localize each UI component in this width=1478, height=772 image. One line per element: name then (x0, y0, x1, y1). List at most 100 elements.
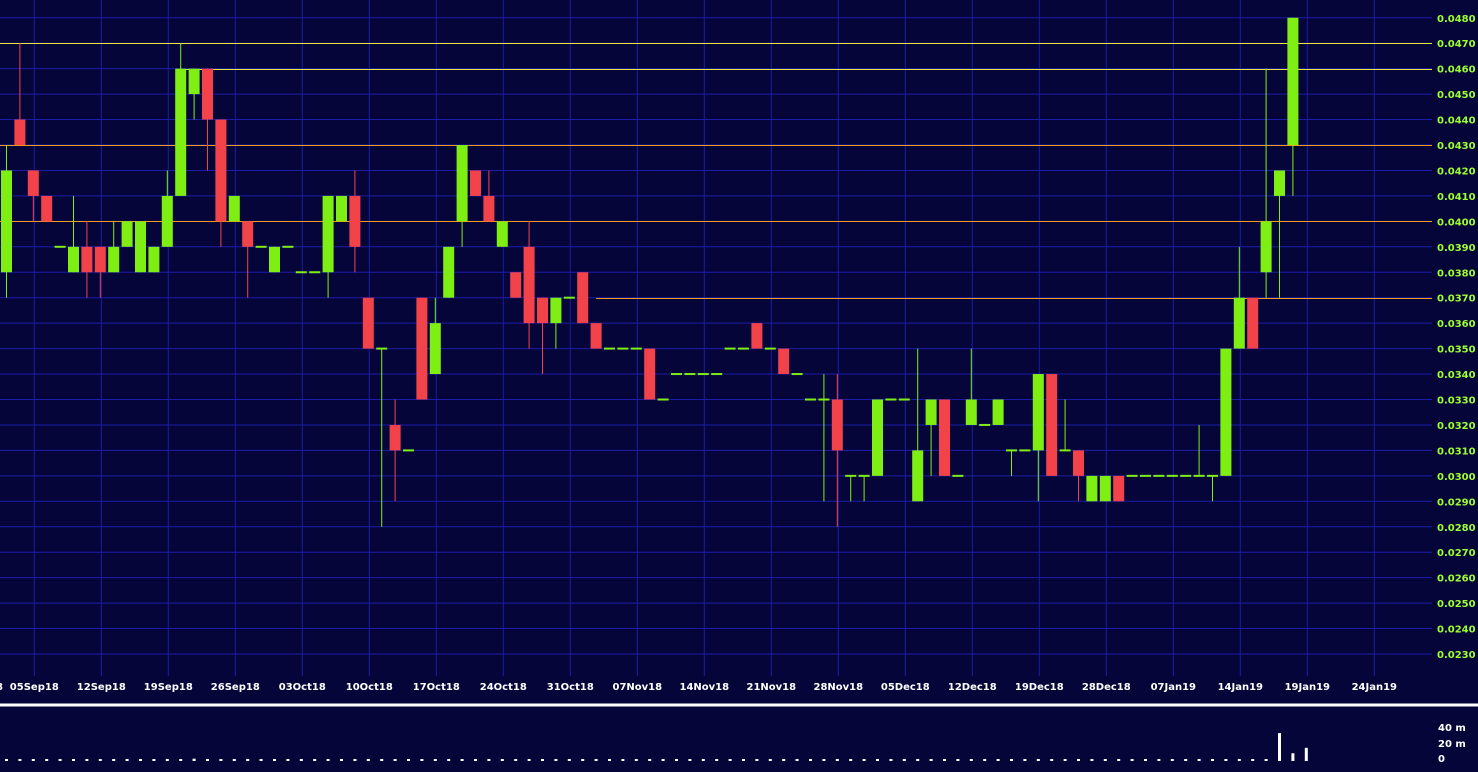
date-tick-label: 05Dec18 (881, 682, 930, 693)
chart-background (0, 0, 1478, 772)
date-tick-label: 14Jan19 (1218, 682, 1263, 693)
candle-body (1220, 348, 1232, 476)
candle-body (1207, 474, 1218, 477)
candle-body (563, 296, 575, 299)
volume-bar (313, 759, 317, 761)
candle-body (925, 399, 937, 425)
down-candle (362, 297, 374, 349)
candle-body (738, 347, 749, 350)
up-candle (1086, 475, 1098, 502)
candle-body (510, 272, 522, 298)
candle-body (295, 271, 307, 274)
up-candle (697, 373, 709, 376)
up-candle (336, 195, 347, 222)
up-candle (952, 474, 964, 477)
up-candle (1140, 474, 1151, 477)
up-candle (630, 347, 642, 350)
volume-bar (407, 759, 410, 761)
up-candle (711, 373, 723, 376)
candle-body (1032, 374, 1044, 451)
volume-bar (1237, 759, 1241, 761)
volume-bar (1050, 759, 1054, 761)
up-candle (121, 221, 133, 247)
candle-body (939, 399, 950, 476)
price-tick-label: 0.0420 (1437, 166, 1476, 177)
candle-body (858, 474, 870, 477)
volume-bar (353, 759, 357, 761)
candle-body (684, 373, 696, 376)
candle-body (657, 398, 669, 401)
volume-bar (1144, 759, 1147, 761)
price-tick-label: 0.0320 (1437, 421, 1476, 432)
volume-bar (1023, 759, 1027, 761)
volume-bar (18, 759, 22, 761)
candle-body (1274, 170, 1285, 196)
price-tick-label: 0.0470 (1437, 39, 1476, 50)
volume-bar (232, 759, 236, 761)
volume-bar (728, 759, 732, 761)
volume-bar (581, 759, 585, 761)
stock-chart: 0.0230 0.0240 0.0250 0.0260 0.0270 0.0280 0.02… (0, 0, 1478, 772)
up-candle (135, 221, 146, 273)
date-tick-label: 17Oct18 (413, 682, 460, 693)
volume-bar (634, 759, 638, 761)
volume-bar (1077, 759, 1080, 761)
price-tick-label: 0.0250 (1437, 599, 1476, 610)
up-candle (1126, 474, 1138, 477)
candle-body (255, 245, 267, 248)
down-candle (510, 272, 522, 298)
date-tick-label: 19Jan19 (1285, 682, 1330, 693)
candle-body (54, 245, 66, 248)
candle-body (764, 347, 776, 350)
price-tick-label: 0.0390 (1437, 243, 1476, 254)
candle-body (523, 246, 535, 324)
candle-body (161, 195, 173, 247)
price-tick-label: 0.0270 (1437, 548, 1476, 559)
candle-body (1153, 474, 1165, 477)
candle-body (1099, 475, 1111, 502)
up-candle (657, 398, 669, 401)
candle-body (242, 221, 254, 247)
candle-body (1193, 474, 1205, 477)
down-candle (644, 348, 656, 400)
volume-bar (366, 759, 370, 761)
up-candle (805, 398, 816, 401)
volume-bar (527, 759, 531, 761)
candle-body (27, 170, 39, 196)
volume-bar (701, 759, 705, 761)
candle-body (979, 423, 991, 426)
up-candle (898, 398, 910, 401)
date-tick-label: 24Oct18 (480, 682, 527, 693)
volume-bar (768, 759, 772, 761)
volume-bar (876, 759, 879, 761)
volume-bar (1197, 759, 1201, 761)
date-tick-label: 24Jan19 (1352, 682, 1397, 693)
candle-body (831, 399, 843, 451)
volume-bar (1304, 747, 1308, 761)
down-candle (577, 272, 589, 324)
volume-bar (782, 759, 786, 761)
candle-body (269, 246, 280, 273)
date-tick-label: 12Dec18 (948, 682, 997, 693)
volume-bar (500, 759, 504, 761)
volume-bar (460, 759, 464, 761)
price-tick-label: 0.0350 (1437, 345, 1476, 356)
price-tick-label: 0.0400 (1437, 217, 1476, 228)
volume-bar (1010, 759, 1013, 761)
date-tick-label: 05Sep18 (10, 682, 59, 693)
up-candle (309, 271, 321, 274)
up-candle (684, 373, 696, 376)
up-candle (148, 246, 160, 273)
up-candle (764, 347, 776, 350)
volume-bar (916, 759, 920, 761)
up-candle (496, 221, 508, 247)
candle-body (1260, 221, 1272, 273)
volume-bar (112, 759, 116, 761)
candle-body (362, 297, 374, 349)
volume-bar (1184, 759, 1188, 761)
candle-body (1006, 449, 1017, 452)
down-candle (1113, 475, 1125, 502)
volume-bar (1063, 759, 1067, 761)
candle-body (1059, 449, 1071, 452)
up-candle (1180, 474, 1192, 477)
